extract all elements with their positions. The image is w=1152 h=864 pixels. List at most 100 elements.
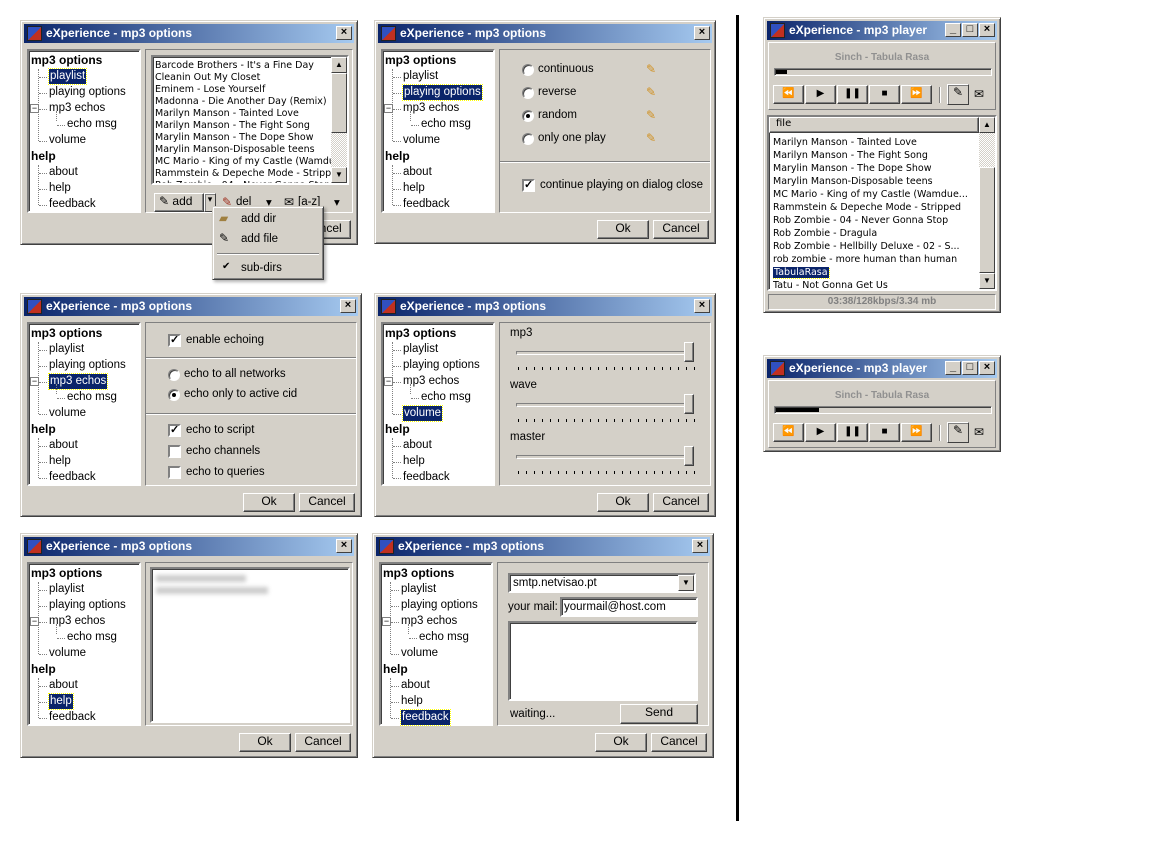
echo-output-checkbox[interactable] <box>168 466 181 479</box>
playlist-listbox[interactable]: Barcode Brothers - It's a Fine Day Cleani… <box>151 55 349 185</box>
playlist-item[interactable]: TabulaRasa <box>773 267 979 279</box>
tree-item-playing-options[interactable]: playing options <box>401 598 478 613</box>
playlist-item[interactable]: Marylin Manson-Disposable teens <box>155 144 333 156</box>
add-button[interactable]: ✎ add <box>154 193 204 212</box>
maximize-button[interactable]: □ <box>962 23 978 37</box>
tree-item-echo-msg[interactable]: echo msg <box>67 117 117 132</box>
slider-thumb-wave[interactable] <box>684 394 694 414</box>
options-button[interactable]: ✎ <box>947 84 969 105</box>
playlist-item[interactable]: Madonna - Die Another Day (Remix) <box>155 96 333 108</box>
playlist-item[interactable]: MC Mario - King of my Castle (Wamdue... <box>773 189 979 201</box>
options-tree[interactable]: mp3 options playlist playing options − mp3 e… <box>27 49 141 213</box>
smtp-server-select[interactable]: smtp.netvisao.pt ▼ <box>508 573 696 593</box>
tree-item-feedback[interactable]: feedback <box>403 470 450 485</box>
scroll-down-button[interactable]: ▼ <box>331 167 347 183</box>
close-button[interactable]: × <box>694 26 710 40</box>
mode-continuous-label[interactable]: continuous <box>538 63 594 75</box>
playlist-scrollbar[interactable]: ▲ ▼ <box>979 117 995 289</box>
cancel-button[interactable]: Cancel <box>299 493 355 512</box>
scroll-thumb[interactable] <box>331 73 347 133</box>
playlist-toggle-icon[interactable]: ✉ <box>974 87 984 101</box>
edit-icon[interactable]: ✎ <box>646 108 656 122</box>
edit-icon[interactable]: ✎ <box>646 85 656 99</box>
title-bar[interactable]: eXperience - mp3 options × <box>376 537 710 556</box>
message-textarea[interactable] <box>508 621 698 701</box>
tree-item-mp3-options[interactable]: mp3 options <box>31 326 102 341</box>
column-header-file[interactable]: file <box>769 117 979 133</box>
menu-item-add-dir[interactable]: add dir <box>241 213 276 225</box>
tree-item-feedback[interactable]: feedback <box>49 470 96 485</box>
maximize-button[interactable]: □ <box>962 361 978 375</box>
playlist-item[interactable]: Marilyn Manson - The Fight Song <box>155 120 333 132</box>
scroll-down-button[interactable]: ▼ <box>979 273 995 289</box>
echo-output-label[interactable]: echo to queries <box>186 466 265 478</box>
pause-button[interactable]: ❚❚ <box>837 85 868 104</box>
tree-item-about[interactable]: about <box>49 678 78 693</box>
tree-item-about[interactable]: about <box>401 678 430 693</box>
tree-item-help[interactable]: help <box>403 181 425 196</box>
edit-icon[interactable]: ✎ <box>646 131 656 145</box>
tree-item-about[interactable]: about <box>403 165 432 180</box>
echo-output-label[interactable]: echo channels <box>186 445 260 457</box>
mode-continuous-radio[interactable] <box>522 64 534 76</box>
scroll-up-button[interactable]: ▲ <box>331 57 347 73</box>
playlist-scrollbar[interactable]: ▲ ▼ <box>331 57 347 183</box>
stop-button[interactable]: ■ <box>869 423 900 442</box>
scroll-up-button[interactable]: ▲ <box>979 117 995 133</box>
tree-item-volume[interactable]: volume <box>401 646 438 661</box>
mode-only-one-play-radio[interactable] <box>522 133 534 145</box>
slider-thumb-master[interactable] <box>684 446 694 466</box>
tree-item-mp3-echos[interactable]: mp3 echos <box>403 101 459 116</box>
tree-item-about[interactable]: about <box>403 438 432 453</box>
title-bar[interactable]: eXperience - mp3 options × <box>24 537 354 556</box>
options-tree[interactable]: mp3 options playlist playing options − mp3 e… <box>379 562 493 726</box>
tree-item-mp3-echos[interactable]: mp3 echos <box>49 614 105 629</box>
tree-item-echo-msg[interactable]: echo msg <box>67 390 117 405</box>
playlist-item[interactable]: Rob Zombie - 04 - Never Gonna Stop <box>155 180 333 183</box>
ok-button[interactable]: Ok <box>595 733 647 752</box>
options-tree[interactable]: mp3 options playlist playing options − mp3 e… <box>27 562 141 726</box>
close-button[interactable]: × <box>692 539 708 553</box>
playlist-item[interactable]: Marylin Manson - The Dope Show <box>773 163 979 175</box>
playlist-item[interactable]: Marilyn Manson - The Fight Song <box>773 150 979 162</box>
tree-item-help[interactable]: help <box>31 422 56 437</box>
next-button[interactable]: ⏩ <box>901 85 932 104</box>
tree-item-help[interactable]: help <box>383 662 408 677</box>
playlist-item[interactable]: Marilyn Manson - Tainted Love <box>155 108 333 120</box>
ok-button[interactable]: Ok <box>597 493 649 512</box>
tree-item-mp3-echos[interactable]: mp3 echos <box>401 614 457 629</box>
mode-random-label[interactable]: random <box>538 109 577 121</box>
mode-random-radio[interactable] <box>522 110 534 122</box>
mode-only-one-play-label[interactable]: only one play <box>538 132 606 144</box>
echo-output-label[interactable]: echo to script <box>186 424 254 436</box>
playlist-item[interactable]: Rammstein & Depeche Mode - Stripped <box>155 168 333 180</box>
title-bar[interactable]: eXperience - mp3 options × <box>378 297 712 316</box>
tree-item-playlist[interactable]: playlist <box>403 342 438 357</box>
sort-dropdown-button[interactable]: ▾ <box>334 195 340 209</box>
playlist-item[interactable]: Marilyn Manson - Tainted Love <box>773 137 979 149</box>
continue-playing-checkbox[interactable]: ✓ <box>522 179 535 192</box>
tree-item-volume[interactable]: volume <box>403 133 440 148</box>
next-button[interactable]: ⏩ <box>901 423 932 442</box>
tree-item-echo-msg[interactable]: echo msg <box>421 117 471 132</box>
cancel-button[interactable]: Cancel <box>653 493 709 512</box>
close-button[interactable]: × <box>336 539 352 553</box>
tree-item-help[interactable]: help <box>49 181 71 196</box>
close-button[interactable]: × <box>979 361 995 375</box>
options-tree[interactable]: mp3 options playlist playing options − mp3 e… <box>381 49 495 213</box>
mail-input[interactable]: yourmail@host.com <box>560 597 698 617</box>
tree-item-feedback[interactable]: feedback <box>400 709 451 726</box>
title-bar[interactable]: eXperience - mp3 options × <box>378 24 712 43</box>
tree-item-playlist[interactable]: playlist <box>49 342 84 357</box>
playlist-item[interactable]: Marylin Manson-Disposable teens <box>773 176 979 188</box>
play-button[interactable]: ▶ <box>805 85 836 104</box>
tree-item-playing-options[interactable]: playing options <box>402 84 483 101</box>
cancel-button[interactable]: Cancel <box>295 733 351 752</box>
tree-item-playing-options[interactable]: playing options <box>403 358 480 373</box>
pause-button[interactable]: ❚❚ <box>837 423 868 442</box>
previous-button[interactable]: ⏪ <box>773 85 804 104</box>
title-bar[interactable]: eXperience - mp3 options × <box>24 24 354 43</box>
player-playlist[interactable]: file Marilyn Manson - Tainted Love Marilyn… <box>767 115 997 291</box>
tree-item-mp3-options[interactable]: mp3 options <box>31 53 102 68</box>
title-bar[interactable]: eXperience - mp3 player × □ _ <box>767 359 997 378</box>
